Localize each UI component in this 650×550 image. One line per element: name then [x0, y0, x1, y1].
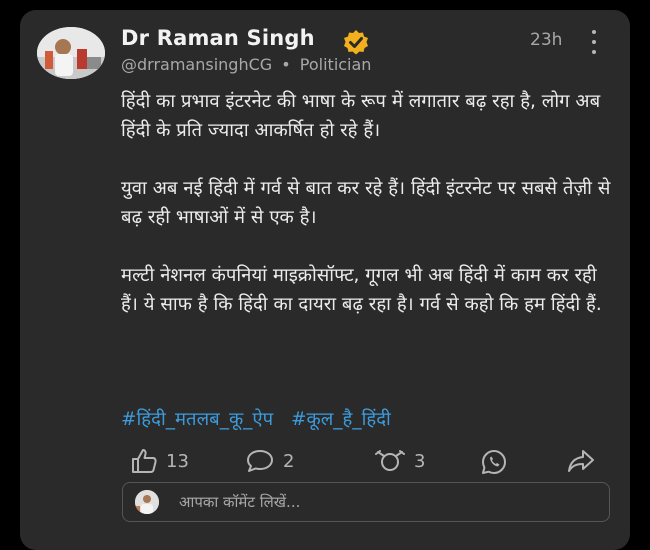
post-paragraph: युवा अब नई हिंदी में गर्व से बात कर रहे …: [121, 178, 611, 228]
author-avatar[interactable]: [37, 27, 105, 79]
author-handle[interactable]: @drramansinghCG: [121, 55, 272, 74]
meta-separator: •: [281, 55, 291, 74]
share-icon: [568, 450, 594, 472]
verified-badge-icon: [342, 29, 370, 57]
comment-button[interactable]: 2: [245, 448, 294, 474]
hashtag-link[interactable]: #कूल_है_हिंदी: [291, 409, 391, 430]
more-vertical-icon[interactable]: [588, 30, 600, 54]
hashtag-link[interactable]: #हिंदी_मतलब_कू_ऐप: [121, 409, 273, 430]
author-name[interactable]: Dr Raman Singh: [121, 26, 315, 50]
like-count: 13: [166, 450, 189, 472]
comment-count: 2: [283, 450, 295, 472]
hashtags: #हिंदी_मतलब_कू_ऐप #कूल_है_हिंदी: [121, 406, 403, 431]
post-time: 23h: [530, 30, 563, 50]
post-body: हिंदी का प्रभाव इंटरनेट की भाषा के रूप म…: [121, 88, 616, 349]
like-button[interactable]: 13: [130, 448, 189, 474]
rekoo-count: 3: [414, 450, 426, 472]
author-meta: @drramansinghCG • Politician: [121, 55, 371, 74]
comment-input-box[interactable]: आपका कॉमेंट लिखें...: [122, 482, 610, 522]
post-paragraph: हिंदी का प्रभाव इंटरनेट की भाषा के रूप म…: [121, 91, 601, 141]
user-avatar: [135, 490, 159, 514]
author-role: Politician: [299, 55, 372, 74]
rekoo-button[interactable]: 3: [374, 448, 425, 474]
rekoo-icon: [375, 450, 405, 471]
whatsapp-share-button[interactable]: [480, 448, 508, 476]
action-bar: 13 2 3: [130, 448, 600, 476]
comment-placeholder: आपका कॉमेंट लिखें...: [179, 493, 301, 511]
post-paragraph: मल्टी नेशनल कंपनियां माइक्रोसॉफ्ट, गूगल …: [121, 265, 602, 315]
post-card: Dr Raman Singh 23h @drramansinghCG • Pol…: [20, 10, 630, 550]
comment-icon: [247, 450, 273, 472]
share-button[interactable]: [566, 448, 596, 474]
whatsapp-icon: [482, 450, 506, 474]
like-icon: [132, 449, 157, 473]
